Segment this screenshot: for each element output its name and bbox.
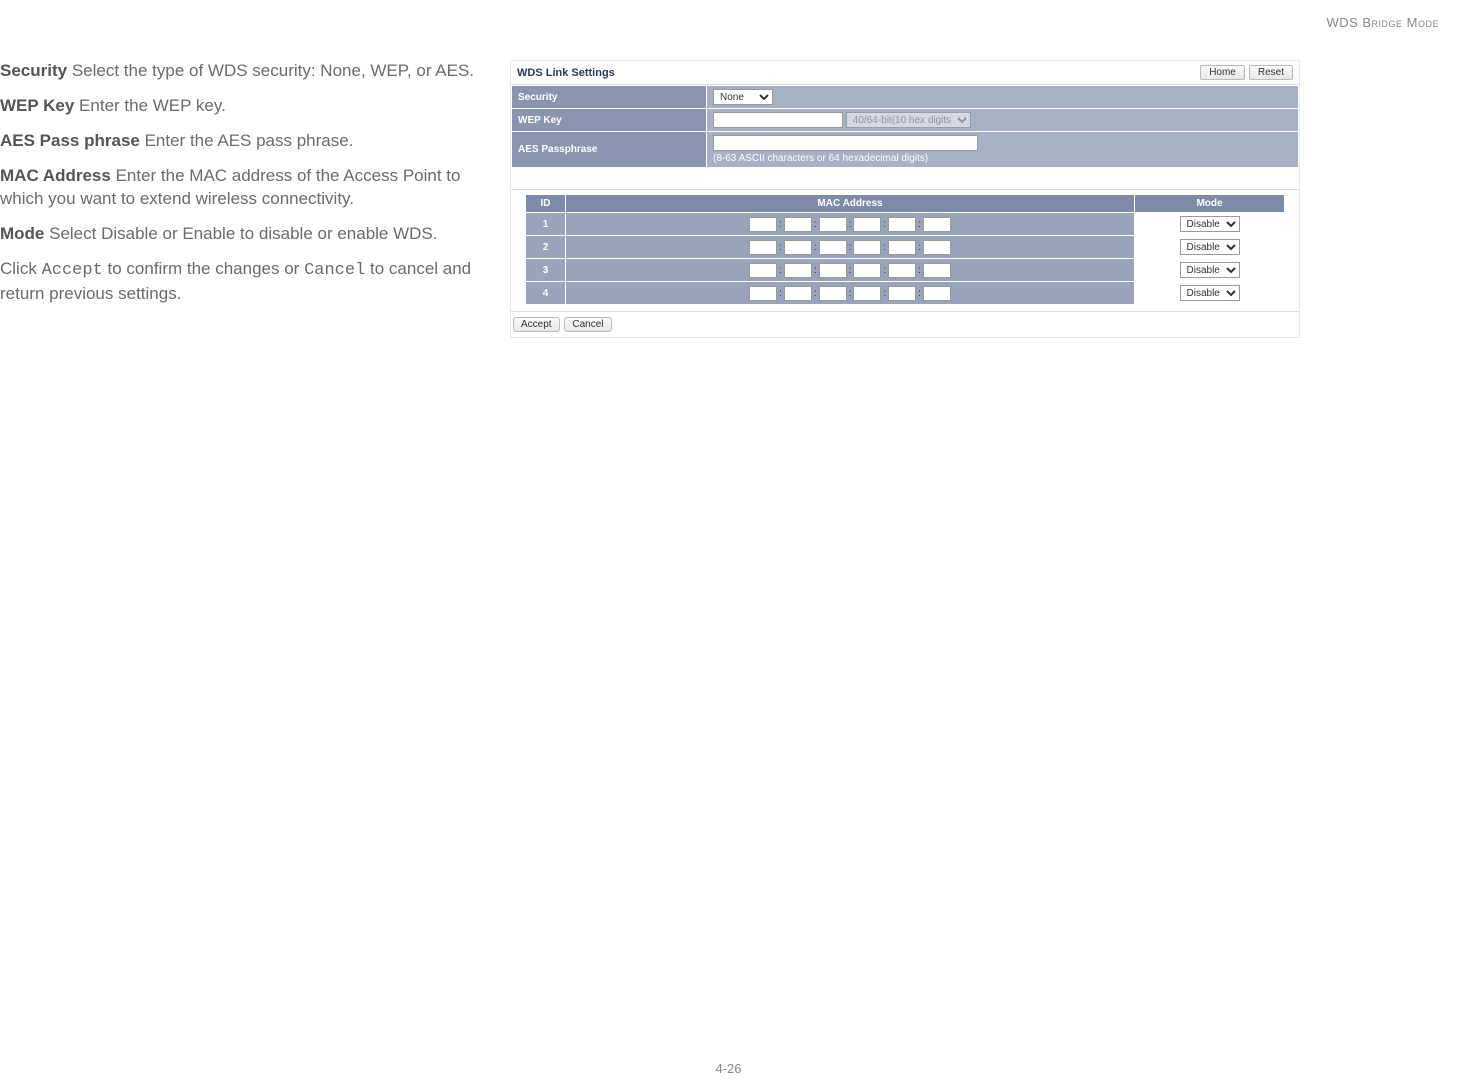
mac-header-id: ID	[526, 195, 566, 213]
mac-octet[interactable]	[853, 240, 881, 255]
desc-mode: Mode Select Disable or Enable to disable…	[0, 223, 490, 246]
mode-select[interactable]: Disable	[1180, 262, 1240, 278]
aes-field: (8-63 ASCII characters or 64 hexadecimal…	[707, 132, 1299, 168]
footer-buttons: Accept Cancel	[511, 311, 1299, 337]
wepkey-input[interactable]	[713, 112, 843, 128]
aes-hint: (8-63 ASCII characters or 64 hexadecimal…	[713, 151, 1292, 164]
mac-table: ID MAC Address Mode 1 ::::: Disable 2 ::…	[525, 194, 1285, 305]
mac-octet[interactable]	[749, 217, 777, 232]
mac-octet[interactable]	[923, 263, 951, 278]
mac-octet[interactable]	[888, 217, 916, 232]
wepkey-format-select[interactable]: 40/64-bit(10 hex digits)	[846, 112, 971, 128]
mac-octet[interactable]	[923, 217, 951, 232]
spacer	[511, 168, 1299, 190]
table-row: 4 ::::: Disable	[526, 282, 1285, 305]
panel-title: WDS Link Settings	[517, 67, 1196, 79]
mac-octet[interactable]	[784, 217, 812, 232]
mac-table-wrap: ID MAC Address Mode 1 ::::: Disable 2 ::…	[511, 190, 1299, 311]
mac-octet[interactable]	[749, 263, 777, 278]
mac-cell: :::::	[566, 236, 1135, 259]
aes-input[interactable]	[713, 135, 978, 151]
mac-header-mac: MAC Address	[566, 195, 1135, 213]
mac-header-mode: Mode	[1135, 195, 1285, 213]
description-column: Security Select the type of WDS security…	[0, 60, 500, 338]
desc-wepkey: WEP Key Enter the WEP key.	[0, 95, 490, 118]
row-id: 3	[526, 259, 566, 282]
security-field: None	[707, 86, 1299, 109]
desc-aes: AES Pass phrase Enter the AES pass phras…	[0, 130, 490, 153]
settings-table: Security None WEP Key 40/64-bit(10 hex d…	[511, 85, 1299, 168]
page-header: WDS Bridge Mode	[0, 15, 1457, 30]
row-id: 4	[526, 282, 566, 305]
desc-security: Security Select the type of WDS security…	[0, 60, 490, 83]
page-number: 4-26	[0, 1061, 1457, 1076]
mac-octet[interactable]	[888, 240, 916, 255]
accept-button[interactable]: Accept	[513, 317, 560, 332]
table-row: 2 ::::: Disable	[526, 236, 1285, 259]
mac-octet[interactable]	[749, 240, 777, 255]
security-label: Security	[512, 86, 707, 109]
cancel-button[interactable]: Cancel	[564, 317, 611, 332]
wepkey-field: 40/64-bit(10 hex digits)	[707, 109, 1299, 132]
desc-mac: MAC Address Enter the MAC address of the…	[0, 165, 490, 211]
mac-cell: :::::	[566, 259, 1135, 282]
mode-select[interactable]: Disable	[1180, 239, 1240, 255]
mac-octet[interactable]	[819, 286, 847, 301]
wepkey-label: WEP Key	[512, 109, 707, 132]
mode-cell: Disable	[1135, 259, 1285, 282]
mac-octet[interactable]	[888, 286, 916, 301]
mac-octet[interactable]	[853, 217, 881, 232]
mode-cell: Disable	[1135, 236, 1285, 259]
home-button[interactable]: Home	[1200, 65, 1245, 80]
mac-cell: :::::	[566, 282, 1135, 305]
mac-octet[interactable]	[819, 217, 847, 232]
mac-octet[interactable]	[923, 286, 951, 301]
mac-octet[interactable]	[784, 240, 812, 255]
mac-octet[interactable]	[784, 286, 812, 301]
desc-click: Click Accept to confirm the changes or C…	[0, 258, 490, 306]
security-select[interactable]: None	[713, 89, 773, 105]
aes-label: AES Passphrase	[512, 132, 707, 168]
mode-cell: Disable	[1135, 282, 1285, 305]
reset-button[interactable]: Reset	[1249, 65, 1293, 80]
mac-octet[interactable]	[853, 286, 881, 301]
row-id: 1	[526, 213, 566, 236]
table-row: 3 ::::: Disable	[526, 259, 1285, 282]
mac-cell: :::::	[566, 213, 1135, 236]
mac-octet[interactable]	[819, 240, 847, 255]
panel-header: WDS Link Settings Home Reset	[511, 61, 1299, 85]
mode-select[interactable]: Disable	[1180, 285, 1240, 301]
mac-octet[interactable]	[784, 263, 812, 278]
mac-octet[interactable]	[819, 263, 847, 278]
mac-octet[interactable]	[853, 263, 881, 278]
wds-panel: WDS Link Settings Home Reset Security No…	[510, 60, 1300, 338]
mode-cell: Disable	[1135, 213, 1285, 236]
mac-octet[interactable]	[888, 263, 916, 278]
mode-select[interactable]: Disable	[1180, 216, 1240, 232]
row-id: 2	[526, 236, 566, 259]
table-row: 1 ::::: Disable	[526, 213, 1285, 236]
mac-octet[interactable]	[923, 240, 951, 255]
mac-octet[interactable]	[749, 286, 777, 301]
